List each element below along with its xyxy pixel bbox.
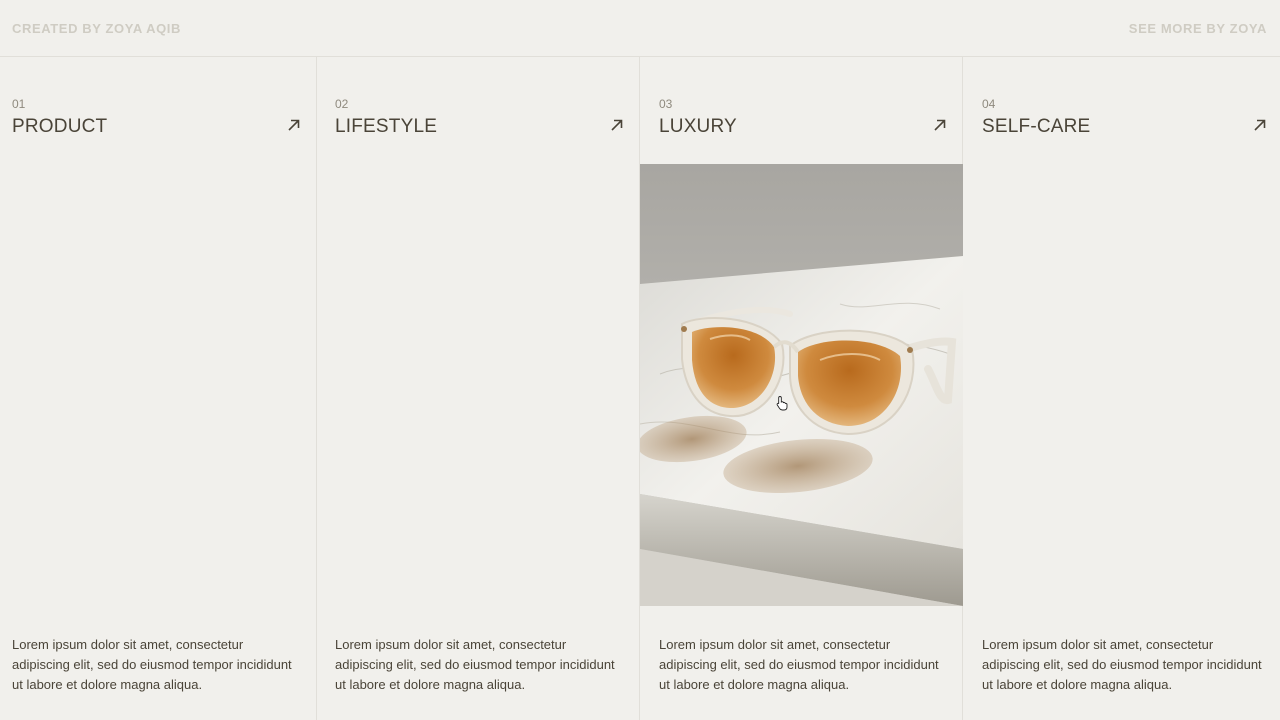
arrow-up-right-icon[interactable]	[609, 117, 625, 133]
category-description: Lorem ipsum dolor sit amet, consectetur …	[659, 637, 939, 692]
category-number: 04	[982, 97, 996, 111]
hand-pointer-icon	[776, 396, 788, 411]
category-card-self-care[interactable]: 04 SELF-CARE Lorem ipsum dolor sit amet,…	[963, 57, 1280, 720]
category-title: PRODUCT	[12, 116, 108, 137]
creator-credit: CREATED BY ZOYA AQIB	[12, 21, 181, 36]
see-more-link[interactable]: SEE MORE BY ZOYA	[1129, 21, 1267, 36]
arrow-up-right-icon[interactable]	[1252, 117, 1268, 133]
category-title: LUXURY	[659, 116, 737, 137]
category-description: Lorem ipsum dolor sit amet, consectetur …	[982, 637, 1262, 692]
arrow-up-right-icon[interactable]	[286, 117, 302, 133]
category-description: Lorem ipsum dolor sit amet, consectetur …	[335, 637, 615, 692]
category-card-product[interactable]: 01 PRODUCT Lorem ipsum dolor sit amet, c…	[0, 57, 317, 720]
category-number: 03	[659, 97, 673, 111]
category-title: SELF-CARE	[982, 116, 1091, 137]
category-title: LIFESTYLE	[335, 116, 438, 137]
category-number: 01	[12, 97, 26, 111]
arrow-up-right-icon[interactable]	[932, 117, 948, 133]
category-description: Lorem ipsum dolor sit amet, consectetur …	[12, 637, 292, 692]
category-card-lifestyle[interactable]: 02 LIFESTYLE Lorem ipsum dolor sit amet,…	[323, 57, 640, 720]
sunglasses-image[interactable]	[640, 164, 963, 606]
top-bar: CREATED BY ZOYA AQIB SEE MORE BY ZOYA	[0, 0, 1280, 57]
category-columns: 01 PRODUCT Lorem ipsum dolor sit amet, c…	[0, 57, 1280, 720]
category-card-luxury[interactable]: 03 LUXURY Lorem ipsum dolor sit amet, co…	[640, 57, 963, 720]
category-number: 02	[335, 97, 349, 111]
